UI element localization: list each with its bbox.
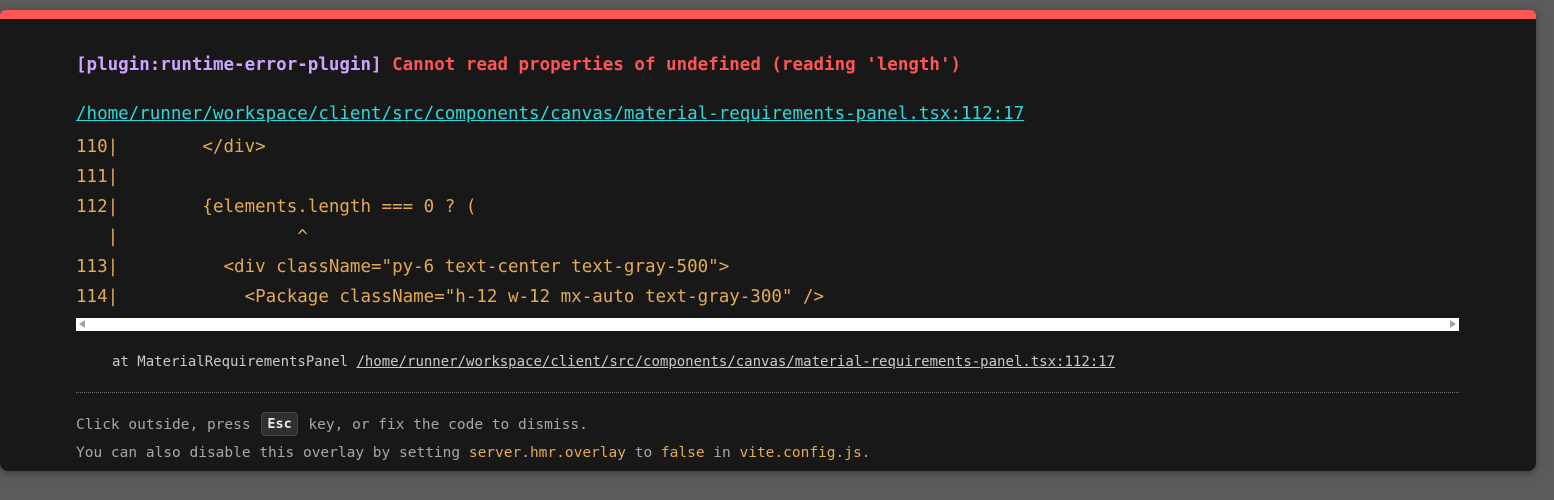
- scroll-right-arrow-icon[interactable]: [1450, 320, 1456, 328]
- code-line: 114| <Package className="h-12 w-12 mx-au…: [76, 287, 825, 307]
- code-frame-lines: 110| </div> 111| 112| {elements.length =…: [76, 132, 1459, 312]
- divider: [76, 392, 1459, 393]
- stack-file-link[interactable]: /home/runner/workspace/client/src/compon…: [356, 354, 1115, 370]
- esc-key: Esc: [261, 412, 298, 436]
- code-frame[interactable]: 110| </div> 111| 112| {elements.length =…: [76, 132, 1459, 331]
- config-file-name: vite.config.js: [739, 445, 862, 461]
- error-file-link[interactable]: /home/runner/workspace/client/src/compon…: [76, 102, 1024, 126]
- error-overlay-window: [plugin:runtime-error-plugin] Cannot rea…: [0, 10, 1536, 471]
- code-line: 110| </div>: [76, 137, 266, 157]
- tip-text: key, or fix the code to dismiss.: [299, 417, 588, 433]
- setting-name: server.hmr.overlay: [468, 445, 626, 461]
- code-line-caret: | ^: [76, 227, 308, 247]
- tip-text: .: [861, 445, 871, 461]
- code-line: 113| <div className="py-6 text-center te…: [76, 257, 730, 277]
- error-text: Cannot read properties of undefined (rea…: [392, 55, 962, 75]
- scroll-left-arrow-icon[interactable]: [79, 320, 85, 328]
- tip-text: in: [704, 445, 740, 461]
- stack-trace: at MaterialRequirementsPanel /home/runne…: [112, 352, 1115, 372]
- setting-value: false: [660, 445, 705, 461]
- tip-text: Click outside, press: [76, 417, 260, 433]
- dismiss-tip: Click outside, press Esc key, or fix the…: [76, 412, 588, 437]
- disable-overlay-tip: You can also disable this overlay by set…: [76, 443, 870, 463]
- code-line: 111|: [76, 167, 119, 187]
- error-message: [plugin:runtime-error-plugin] Cannot rea…: [76, 53, 961, 77]
- stack-function: at MaterialRequirementsPanel: [112, 354, 349, 370]
- plugin-name: [plugin:runtime-error-plugin]: [76, 55, 382, 75]
- horizontal-scrollbar[interactable]: [76, 318, 1459, 331]
- code-line: 112| {elements.length === 0 ? (: [76, 197, 477, 217]
- tip-text: You can also disable this overlay by set…: [76, 445, 469, 461]
- tip-text: to: [625, 445, 661, 461]
